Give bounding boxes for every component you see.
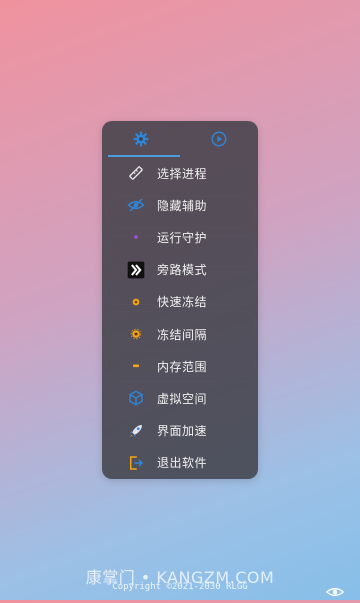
- floating-menu-panel: 选择进程 隐藏辅助 运行守护 旁路模式 快速冻结 冻结间隔 内存范围 虚拟空间 …: [102, 121, 258, 479]
- menu-item-freeze-interval[interactable]: 冻结间隔: [102, 318, 258, 350]
- snowflake-fast-icon: [126, 292, 146, 312]
- menu-item-bypass-mode[interactable]: 旁路模式: [102, 254, 258, 286]
- exit-icon: [126, 453, 146, 473]
- memory-range-icon: [126, 356, 146, 376]
- menu-item-quick-freeze[interactable]: 快速冻结: [102, 286, 258, 318]
- dot-purple-icon: [126, 227, 146, 247]
- menu-item-virtual-space[interactable]: 虚拟空间: [102, 382, 258, 414]
- play-circle-icon: [211, 131, 227, 147]
- ruler-pencil-icon: [126, 163, 146, 183]
- eye-icon: [325, 587, 345, 597]
- eye-hide-icon: [126, 195, 146, 215]
- menu-item-label: 选择进程: [157, 166, 208, 181]
- visibility-toggle-button[interactable]: [325, 584, 345, 598]
- rocket-icon: [126, 421, 146, 441]
- snowflake-interval-icon: [126, 324, 146, 344]
- cube-icon: [126, 388, 146, 408]
- menu-item-label: 虚拟空间: [157, 391, 208, 406]
- copyright-text: Copyright ©2021-2030 RLGG: [112, 582, 248, 592]
- menu-item-label: 快速冻结: [157, 295, 208, 310]
- tab-bar: [102, 121, 258, 157]
- tab-settings[interactable]: [102, 121, 180, 157]
- menu-item-label: 内存范围: [157, 359, 208, 374]
- menu-item-label: 运行守护: [157, 230, 208, 245]
- menu-item-memory-range[interactable]: 内存范围: [102, 350, 258, 382]
- menu-item-label: 界面加速: [157, 424, 208, 439]
- menu-item-label: 退出软件: [157, 456, 208, 471]
- tab-play[interactable]: [180, 121, 258, 157]
- menu-item-label: 隐藏辅助: [157, 198, 208, 213]
- menu-item-run-guard[interactable]: 运行守护: [102, 221, 258, 253]
- menu-item-ui-accelerate[interactable]: 界面加速: [102, 415, 258, 447]
- bypass-chevrons-icon: [126, 260, 146, 280]
- menu-item-label: 旁路模式: [157, 263, 208, 278]
- menu-item-hide-assist[interactable]: 隐藏辅助: [102, 189, 258, 221]
- menu-item-select-process[interactable]: 选择进程: [102, 157, 258, 189]
- menu-list: 选择进程 隐藏辅助 运行守护 旁路模式 快速冻结 冻结间隔 内存范围 虚拟空间 …: [102, 157, 258, 479]
- menu-item-label: 冻结间隔: [157, 327, 208, 342]
- menu-item-exit-app[interactable]: 退出软件: [102, 447, 258, 479]
- settings-cog-icon: [133, 131, 149, 147]
